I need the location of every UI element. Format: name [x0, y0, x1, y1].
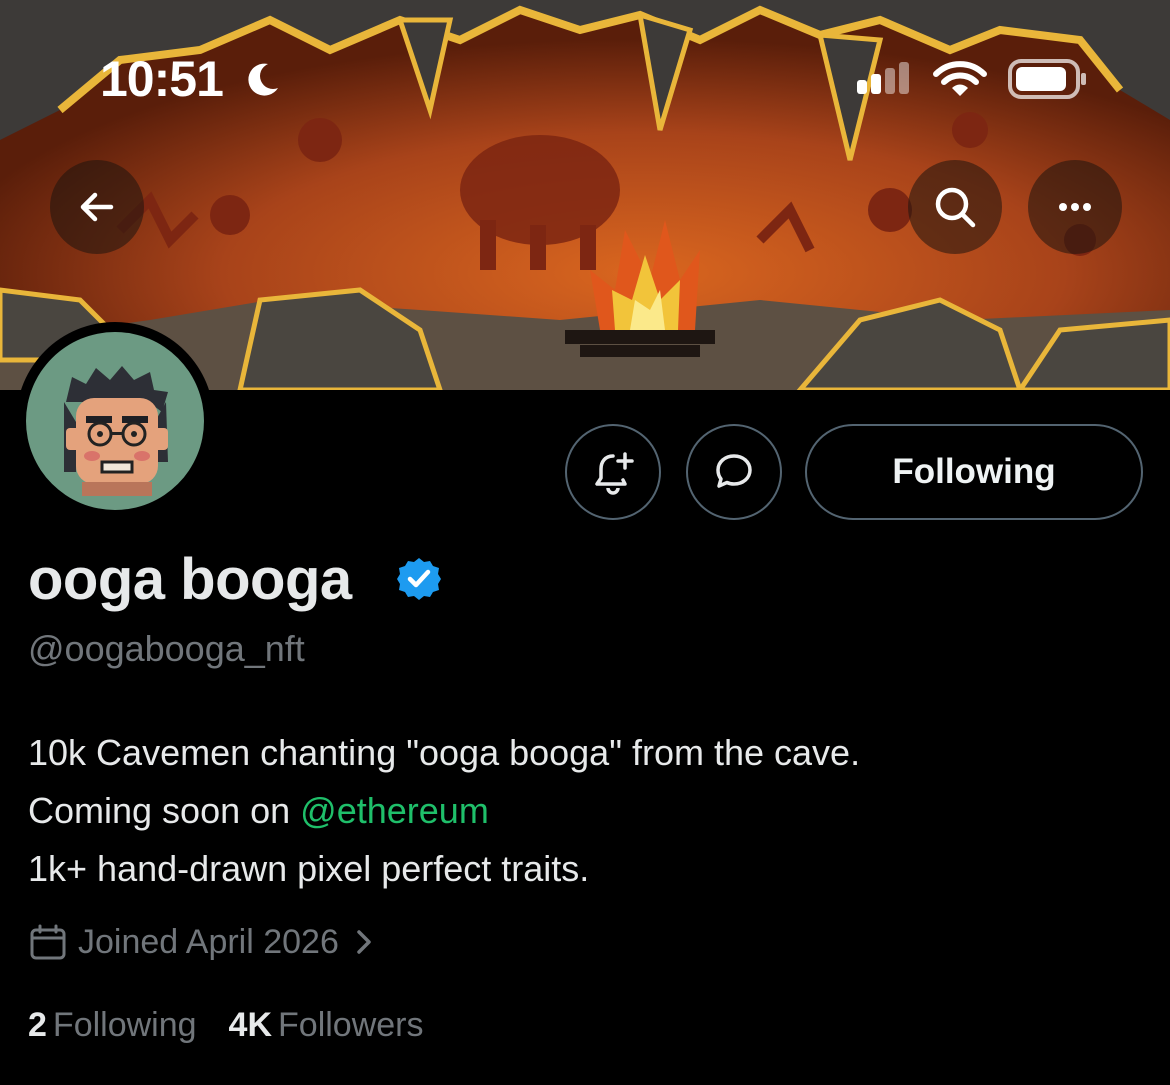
followers-count: 4K: [228, 1006, 273, 1044]
search-button[interactable]: [908, 160, 1002, 254]
status-bar: 10:51: [0, 0, 1170, 160]
bio-mention-link[interactable]: @ethereum: [300, 790, 489, 831]
bio-line-1: 10k Cavemen chanting "ooga booga" from t…: [28, 732, 861, 773]
following-button[interactable]: Following: [805, 424, 1143, 520]
signal-icon: [857, 62, 909, 94]
bell-plus-icon: [595, 452, 634, 495]
verified-icon[interactable]: [396, 556, 442, 602]
chevron-right-icon: [357, 930, 371, 954]
caveman-avatar-icon: [64, 366, 168, 496]
bio-line-3: 1k+ hand-drawn pixel perfect traits.: [28, 848, 590, 889]
following-stat[interactable]: 2 Following: [28, 1006, 197, 1045]
joined-date-row[interactable]: Joined April 2026: [28, 920, 379, 964]
bio-line-2-prefix: Coming soon on: [28, 790, 301, 831]
joined-date: Joined April 2026: [78, 922, 339, 961]
calendar-icon: [30, 924, 66, 960]
status-time: 10:51: [100, 51, 224, 107]
notifications-button[interactable]: [565, 424, 661, 520]
bio: 10k Cavemen chanting "ooga booga" from t…: [28, 724, 1128, 898]
message-button[interactable]: [686, 424, 782, 520]
avatar[interactable]: [16, 322, 214, 520]
following-label: Following: [52, 1006, 197, 1044]
handle: @oogabooga_nft: [28, 628, 305, 669]
display-name: ooga booga: [28, 547, 352, 612]
back-button[interactable]: [50, 160, 144, 254]
following-count: 2: [28, 1006, 47, 1044]
more-options-button[interactable]: [1028, 160, 1122, 254]
back-arrow-icon: [80, 192, 114, 222]
wifi-icon: [933, 61, 987, 96]
battery-icon: [1008, 59, 1086, 99]
moon-icon: [248, 63, 278, 96]
followers-stat[interactable]: 4K Followers: [229, 1006, 424, 1045]
avatar-image: [26, 332, 204, 510]
search-icon: [935, 187, 976, 228]
message-icon: [716, 454, 752, 488]
more-icon: [1059, 203, 1091, 211]
followers-label: Followers: [278, 1006, 424, 1044]
follow-stats: 2 Following 4K Followers: [28, 1006, 424, 1045]
bio-line-2: Coming soon on @ethereum: [28, 782, 1128, 840]
